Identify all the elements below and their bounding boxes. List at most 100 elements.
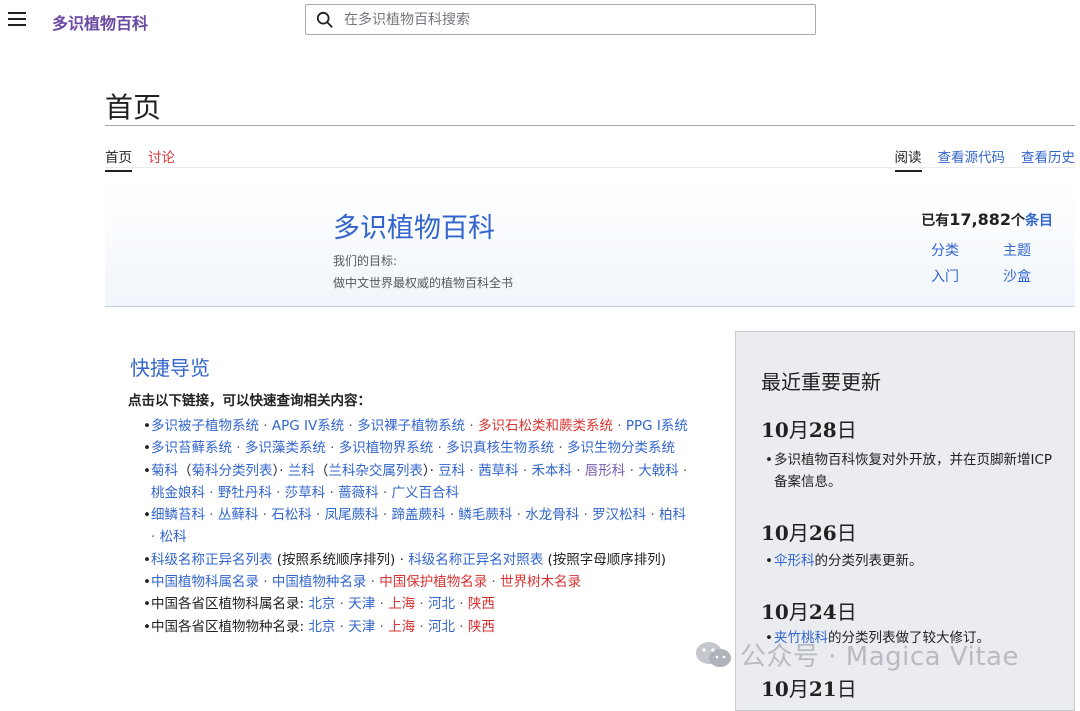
quick-nav-text: ）·: [272, 462, 288, 479]
separator: ·: [325, 484, 339, 501]
tab-main-page[interactable]: 首页: [105, 146, 132, 172]
tab-read[interactable]: 阅读: [894, 146, 922, 172]
separator: ·: [415, 596, 428, 613]
quick-nav-redlink[interactable]: 多识石松类和蕨类系统: [478, 418, 613, 434]
search-input[interactable]: [342, 10, 786, 29]
article-count-link[interactable]: 条目: [1025, 213, 1053, 229]
quick-nav-link[interactable]: 多识被子植物系统: [151, 418, 259, 434]
quick-nav-redlink[interactable]: 世界树木名录: [500, 574, 581, 590]
quick-nav-link[interactable]: 莎草科: [285, 485, 326, 501]
tab-view-history[interactable]: 查看历史: [1021, 146, 1075, 172]
quick-nav-link[interactable]: 禾本科: [531, 463, 572, 479]
quick-nav-link[interactable]: 天津: [348, 596, 375, 612]
update-link[interactable]: 伞形科: [774, 553, 815, 569]
quick-nav-link[interactable]: 多识苔藓系统: [151, 440, 232, 456]
link-getting-started[interactable]: 入门: [931, 266, 1003, 286]
update-item: 伞形科的分类列表更新。: [765, 550, 1054, 572]
separator: ·: [646, 507, 659, 524]
separator: ·: [205, 507, 218, 524]
separator: ·: [325, 440, 339, 457]
quick-nav-link[interactable]: 豆科: [438, 463, 465, 479]
separator: ·: [465, 418, 478, 434]
quick-nav-link[interactable]: 水龙骨科: [525, 507, 579, 523]
quick-nav-link[interactable]: 北京: [308, 619, 335, 635]
watermark-text: 公众号 · Magica Vitae: [740, 642, 1019, 672]
quick-nav-redlink[interactable]: 中国保护植物名录: [379, 574, 487, 590]
quick-nav-link[interactable]: 细鳞苔科: [151, 507, 205, 523]
update-date-month: 月: [788, 600, 809, 624]
article-count-unit: 个: [1011, 213, 1025, 229]
quick-nav-link[interactable]: PPG I系统: [626, 418, 688, 434]
update-date: 10月21日: [761, 673, 857, 702]
quick-nav-link[interactable]: 多识真核生物系统: [446, 440, 554, 456]
title-divider: [105, 125, 1075, 126]
quick-nav-link[interactable]: 罗汉松科: [592, 507, 646, 523]
separator: ·: [415, 618, 428, 635]
quick-nav-link[interactable]: 柏科: [659, 507, 686, 523]
quick-nav-redlink[interactable]: 上海: [388, 596, 415, 612]
quick-nav-redlink[interactable]: 陕西: [468, 619, 495, 635]
quick-nav-link[interactable]: 北京: [308, 596, 335, 612]
update-date-day: 日: [836, 677, 857, 701]
separator: ·: [571, 462, 585, 479]
quick-nav-link[interactable]: 蹄盖蕨科: [392, 507, 446, 523]
quick-nav-visited-link[interactable]: 唇形科: [585, 463, 626, 479]
quick-nav-link[interactable]: 桃金娘科: [151, 485, 205, 501]
quick-nav-link[interactable]: APG IV系统: [272, 418, 344, 434]
link-sandbox[interactable]: 沙盒: [1003, 266, 1053, 286]
quick-nav-link[interactable]: 多识植物界系统: [339, 440, 434, 456]
main-menu-icon[interactable]: [8, 12, 26, 26]
quick-nav-link[interactable]: 河北: [428, 596, 455, 612]
link-topics[interactable]: 主题: [1003, 240, 1053, 260]
quick-nav-link[interactable]: 多识藻类系统: [245, 440, 326, 456]
quick-nav-link[interactable]: 兰科杂交属列表: [328, 463, 423, 479]
quick-nav-item: 科级名称正异名列表 (按照系统顺序排列) · 科级名称正异名对照表 (按照字母顺…: [143, 549, 689, 572]
separator: ·: [625, 462, 639, 479]
namespace-tabs: 首页 讨论: [105, 146, 175, 172]
separator: ·: [271, 484, 285, 501]
quick-nav-link[interactable]: 科级名称正异名对照表: [408, 552, 543, 568]
quick-nav-link[interactable]: 松科: [160, 529, 187, 545]
quick-nav-link[interactable]: 多识生物分类系统: [567, 440, 675, 456]
quick-nav-link[interactable]: 中国植物种名录: [272, 574, 367, 590]
banner-goal-label: 我们的目标:: [333, 254, 398, 268]
separator: ·: [344, 418, 358, 434]
quick-nav-link[interactable]: 丛藓科: [218, 507, 259, 523]
quick-nav-link[interactable]: 野牡丹科: [218, 485, 272, 501]
quick-nav-link[interactable]: 兰科: [288, 463, 315, 479]
search-box[interactable]: [305, 4, 816, 35]
quick-nav-link[interactable]: 鳞毛蕨科: [458, 507, 512, 523]
tab-view-source[interactable]: 查看源代码: [938, 146, 1006, 172]
quick-nav-link[interactable]: 蔷薇科: [338, 485, 379, 501]
separator: ·: [554, 440, 567, 457]
quick-nav-link[interactable]: 大戟科: [638, 463, 679, 479]
site-title[interactable]: 多识植物百科: [52, 10, 148, 34]
quick-nav-link[interactable]: 菊科分类列表: [192, 463, 273, 479]
separator: ·: [678, 462, 688, 479]
quick-nav-link[interactable]: 茜草科: [478, 463, 519, 479]
link-categories[interactable]: 分类: [931, 240, 1003, 260]
quick-nav-link[interactable]: 科级名称正异名列表: [151, 552, 273, 568]
update-date-month-num: 10: [761, 677, 789, 701]
welcome-banner: 多识植物百科 我们的目标: 做中文世界最权威的植物百科全书 已有17,882个条…: [105, 178, 1075, 307]
quick-nav-link[interactable]: 天津: [348, 619, 375, 635]
view-tabs: 阅读 查看源代码 查看历史: [894, 146, 1075, 172]
quick-nav-link[interactable]: 中国植物科属名录: [151, 574, 259, 590]
quick-nav-link[interactable]: 凤尾蕨科: [325, 507, 379, 523]
separator: ·: [311, 507, 325, 524]
update-date-month: 月: [788, 521, 809, 545]
quick-nav-link[interactable]: 菊科: [151, 463, 178, 479]
quick-nav-link[interactable]: 河北: [428, 619, 455, 635]
update-date-day: 日: [836, 600, 857, 624]
separator: ·: [258, 507, 272, 524]
quick-nav-link[interactable]: 广义百合科: [392, 485, 460, 501]
quick-nav-link[interactable]: 多识裸子植物系统: [357, 418, 465, 434]
quick-nav-redlink[interactable]: 陕西: [468, 596, 495, 612]
quick-nav-link[interactable]: 石松科: [271, 507, 312, 523]
tab-discussion[interactable]: 讨论: [148, 146, 175, 172]
quick-nav-item: 中国各省区植物物种名录: 北京 · 天津 · 上海 · 河北 · 陕西: [143, 616, 689, 639]
quick-nav-redlink[interactable]: 上海: [388, 619, 415, 635]
update-date-month-num: 10: [761, 418, 789, 442]
quick-nav-text: (按照系统顺序排列) ·: [272, 551, 409, 568]
separator: ·: [259, 574, 272, 591]
